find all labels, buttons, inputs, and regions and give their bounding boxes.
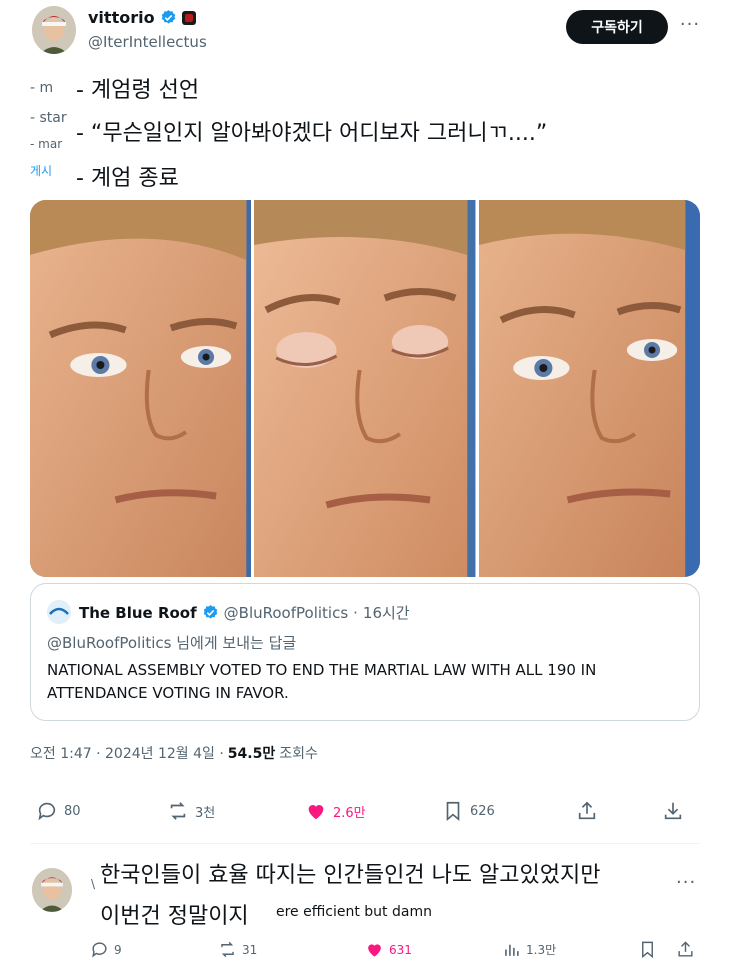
author-avatar[interactable] [32, 6, 76, 54]
caption-line-1: - 계엄령 선언 [76, 78, 200, 103]
bookmark-count: 626 [470, 803, 495, 819]
reply-like-button[interactable]: 631 [365, 940, 412, 959]
meme-image[interactable] [30, 200, 700, 577]
tweet: vittorio @IterIntellectus 구독하기 ··· - m -… [0, 0, 743, 969]
download-button[interactable] [662, 800, 684, 822]
meme-panel-blink [254, 200, 476, 577]
reply-view-count: 1.3만 [526, 943, 557, 957]
reply-button[interactable]: 80 [36, 800, 81, 822]
reply-mention[interactable]: @BluRoofPolitics [47, 634, 171, 652]
separator-dot: · [353, 603, 358, 622]
action-bar: 80 3천 2.6만 626 [30, 800, 700, 830]
tweet-timestamp[interactable]: 오전 1:47 · 2024년 12월 4일 · [30, 743, 224, 763]
author-handle[interactable]: @IterIntellectus [88, 33, 207, 51]
ghost-text: - mar [30, 137, 63, 151]
reply-views-button[interactable]: 1.3만 [502, 940, 556, 959]
reply-more-options-icon[interactable]: ··· [676, 872, 696, 893]
caption-line-3: - 계엄 종료 [76, 166, 179, 191]
ghost-text: 게시 [30, 164, 53, 178]
verified-badge-icon [161, 10, 175, 24]
bookmark-icon [446, 801, 460, 822]
repost-icon [221, 941, 234, 958]
ghost-text: \ [91, 877, 96, 891]
reply-suffix: 님에게 보내는 답글 [171, 634, 297, 652]
quoted-timestamp[interactable]: 16시간 [363, 602, 410, 623]
quoted-author-name[interactable]: The Blue Roof [79, 604, 197, 622]
like-count: 2.6만 [333, 805, 366, 821]
meme-panel-eyes-open [30, 200, 252, 577]
reply-repost-count: 31 [242, 942, 258, 957]
subscribe-button[interactable]: 구독하기 [566, 10, 668, 44]
reply-bookmark-button[interactable] [638, 940, 657, 959]
quoted-author-handle[interactable]: @BluRoofPolitics [224, 604, 348, 622]
quoted-tweet-text: NATIONAL ASSEMBLY VOTED TO END THE MARTI… [47, 661, 597, 702]
heart-icon [368, 944, 381, 957]
affiliate-badge-icon [181, 10, 196, 25]
download-icon [664, 802, 682, 820]
share-icon [678, 941, 693, 957]
quoted-tweet-card[interactable]: The Blue Roof @BluRoofPolitics · 16시간 @B… [30, 583, 700, 721]
reply-icon [38, 802, 56, 821]
replying-to-line: @BluRoofPolitics 님에게 보내는 답글 [47, 632, 296, 653]
ghost-text: - m [30, 80, 54, 96]
quoted-author-avatar[interactable] [47, 600, 71, 624]
reply-share-button[interactable] [676, 940, 695, 959]
analytics-icon [505, 944, 519, 956]
view-count-label: 조회수 [279, 746, 318, 762]
reply-like-count: 631 [389, 942, 412, 957]
reply-icon [92, 942, 107, 958]
bookmark-icon [642, 941, 653, 959]
reply-reply-button[interactable]: 9 [90, 940, 122, 959]
repost-count: 3천 [195, 805, 216, 821]
verified-badge-icon [203, 605, 217, 619]
reply-reply-count: 9 [114, 942, 122, 957]
reply-repost-button[interactable]: 31 [218, 940, 257, 959]
author-display-name[interactable]: vittorio [88, 8, 155, 27]
share-icon [578, 801, 596, 820]
bookmark-button[interactable]: 626 [442, 800, 495, 822]
reply-count: 80 [64, 803, 81, 819]
ghost-text: - star [30, 110, 67, 126]
reply-caption-line-2: 이번건 정말이지 [100, 904, 249, 929]
view-count: 54.5만 [227, 746, 276, 762]
like-button[interactable]: 2.6만 [305, 800, 366, 822]
reply-action-bar: 9 31 631 1.3만 [90, 940, 710, 964]
reply-caption-line-1: 한국인들이 효율 따지는 인간들인건 나도 알고있었지만 [100, 863, 601, 888]
heart-icon [308, 805, 324, 820]
reply-english-text: ere efficient but damn [276, 904, 432, 920]
reply-author-avatar[interactable] [32, 868, 72, 912]
repost-icon [170, 802, 186, 820]
divider [30, 843, 700, 844]
share-button[interactable] [576, 800, 598, 822]
tweet-meta: 오전 1:47 · 2024년 12월 4일 · 54.5만 조회수 [30, 743, 318, 763]
repost-button[interactable]: 3천 [167, 800, 215, 822]
more-options-icon[interactable]: ··· [676, 14, 704, 40]
caption-line-2: - “무슨일인지 알아봐야겠다 어디보자 그러니ㄲ....” [76, 121, 548, 146]
meme-panel-eyes-open-again [478, 200, 700, 577]
